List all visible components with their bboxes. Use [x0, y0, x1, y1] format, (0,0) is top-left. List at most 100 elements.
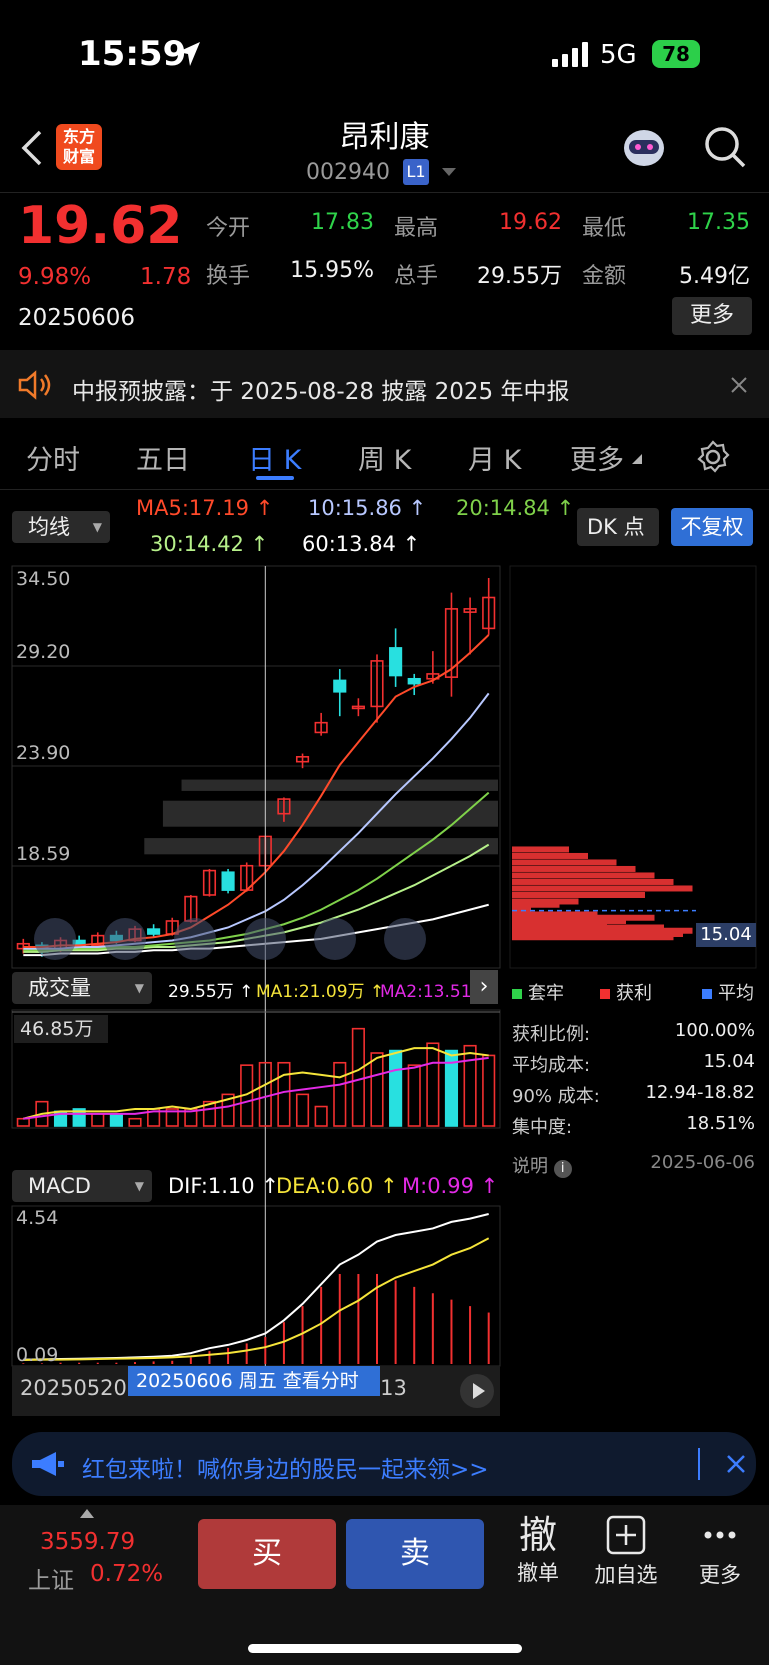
crosshair-date-button[interactable]: 20250606 周五 查看分时	[128, 1366, 380, 1396]
profit-ratio-label: 获利比例:	[512, 1024, 591, 1045]
promo-banner[interactable]: 红包来啦！喊你身边的股民一起来领>>	[12, 1432, 756, 1496]
battery-indicator: 78	[652, 40, 700, 68]
volume-bar	[109, 1113, 123, 1127]
speaker-icon	[18, 370, 51, 400]
volume-bar	[426, 1042, 440, 1127]
adjust-mode-button[interactable]: 不复权	[671, 508, 753, 546]
announcement-text: 中报预披露：于 2025-08-28 披露 2025 年中报	[72, 379, 570, 405]
scroll-left-button[interactable]	[244, 918, 286, 960]
macd-m: M:0.99 ↑	[402, 1174, 499, 1198]
chip-bar	[512, 872, 655, 879]
ma-indicator-select[interactable]: 均线 ▼	[12, 511, 110, 543]
bottom-toolbar: 3559.79 上证 0.72% 买 卖 撤 撤单 加自选 更多	[0, 1505, 769, 1665]
cost90-label: 90% 成本:	[512, 1086, 600, 1107]
more-menu-button[interactable]: 更多	[682, 1515, 758, 1589]
concentration-value: 18.51%	[686, 1113, 755, 1134]
chip-bar	[512, 878, 674, 885]
cancel-order-button[interactable]: 撤 撤单	[500, 1513, 576, 1587]
volume-bar	[16, 1117, 30, 1127]
add-watchlist-button[interactable]: 加自选	[588, 1515, 664, 1589]
chip-bar	[512, 885, 693, 892]
level-badge: L1	[403, 159, 429, 185]
expand-caret-icon[interactable]	[80, 1509, 94, 1519]
low-label: 最低	[582, 216, 627, 241]
macd-dif: DIF:1.10 ↑	[168, 1174, 279, 1198]
tab-more[interactable]: 更多	[570, 438, 624, 477]
fullscreen-button[interactable]	[384, 918, 426, 960]
chip-bar	[512, 934, 674, 941]
tab-monthly-k[interactable]: 月 K	[468, 438, 521, 477]
y-tick-label: 18.59	[16, 843, 71, 865]
add-square-icon	[606, 1515, 646, 1555]
chevron-right-icon[interactable]: ›	[470, 970, 498, 1004]
profit-ratio-value: 100.00%	[674, 1020, 755, 1041]
index-value[interactable]: 3559.79	[40, 1529, 135, 1555]
close-icon[interactable]	[730, 376, 748, 394]
turnover-value: 15.95%	[290, 258, 374, 283]
buy-button[interactable]: 买	[198, 1519, 336, 1589]
macd-dea-line	[23, 1237, 490, 1361]
info-icon: i	[553, 1160, 572, 1178]
macd-dif-line	[23, 1213, 489, 1361]
sell-button[interactable]: 卖	[346, 1519, 484, 1589]
volume-value: 29.55万	[477, 264, 562, 289]
macd-indicator-select[interactable]: MACD ▼	[12, 1170, 152, 1202]
robot-assistant-icon[interactable]	[620, 126, 668, 172]
tab-five-day[interactable]: 五日	[136, 438, 190, 477]
volume-max-label: 46.85万	[14, 1015, 108, 1043]
tab-minute[interactable]: 分时	[26, 438, 80, 477]
network-label: 5G	[600, 40, 637, 70]
volume-bar	[407, 1064, 421, 1127]
open-label: 今开	[206, 216, 251, 241]
zoom-left-button[interactable]	[34, 918, 76, 960]
promo-text: 红包来啦！喊你身边的股民一起来领>>	[82, 1457, 489, 1483]
chip-bar	[512, 865, 636, 872]
volume-bar	[314, 1105, 328, 1127]
ma60-value: 60:13.84 ↑	[302, 532, 421, 556]
play-icon	[473, 1383, 485, 1399]
y-tick-label: 29.20	[16, 641, 71, 663]
chip-note-link[interactable]: 说明 i	[512, 1152, 572, 1178]
high-value: 19.62	[499, 210, 562, 235]
volume-label: 总手	[394, 264, 439, 289]
volume-bar	[277, 1061, 291, 1127]
volume-bar	[463, 1044, 477, 1127]
current-price: 19.62	[18, 196, 183, 256]
ma5-value: MA5:17.19 ↑	[136, 496, 274, 520]
cost90-value: 12.94-18.82	[645, 1082, 755, 1103]
tab-daily-k[interactable]: 日 K	[248, 438, 301, 477]
settings-gear-icon[interactable]	[696, 440, 730, 474]
active-tab-indicator	[256, 476, 294, 480]
announcement-bar[interactable]: 中报预披露：于 2025-08-28 披露 2025 年中报	[0, 350, 769, 418]
zoom-out-button[interactable]	[104, 918, 146, 960]
kline-frame	[11, 565, 501, 969]
volume-indicator-select[interactable]: 成交量 ▼	[12, 972, 152, 1004]
play-button[interactable]	[460, 1374, 494, 1408]
megaphone-icon	[32, 1452, 64, 1476]
status-time: 15:59	[78, 34, 187, 74]
volume-bar	[333, 1061, 347, 1127]
scroll-right-button[interactable]	[314, 918, 356, 960]
tab-weekly-k[interactable]: 周 K	[358, 438, 411, 477]
candle-body	[147, 928, 161, 935]
chip-bar	[512, 846, 569, 853]
cancel-order-icon: 撤	[518, 1513, 557, 1557]
volume-bar	[91, 1113, 105, 1127]
zoom-in-button[interactable]	[174, 918, 216, 960]
location-arrow-icon	[178, 42, 200, 66]
chip-bar	[512, 852, 588, 859]
quote-more-button[interactable]: 更多	[672, 297, 752, 335]
ma30-value: 30:14.42 ↑	[150, 532, 269, 556]
dk-point-button[interactable]: DK 点	[577, 508, 659, 546]
chip-bar	[512, 859, 617, 866]
candle-body	[221, 871, 235, 891]
volume-current: 29.55万 ↑	[168, 982, 254, 1002]
open-value: 17.83	[311, 210, 374, 235]
dropdown-icon[interactable]	[442, 168, 456, 178]
chip-cost-label: 15.04	[696, 923, 756, 947]
volume-bar	[351, 1027, 365, 1127]
support-zone	[181, 779, 499, 791]
search-icon[interactable]	[704, 126, 748, 170]
support-zone	[162, 800, 498, 827]
close-icon[interactable]	[726, 1454, 746, 1474]
